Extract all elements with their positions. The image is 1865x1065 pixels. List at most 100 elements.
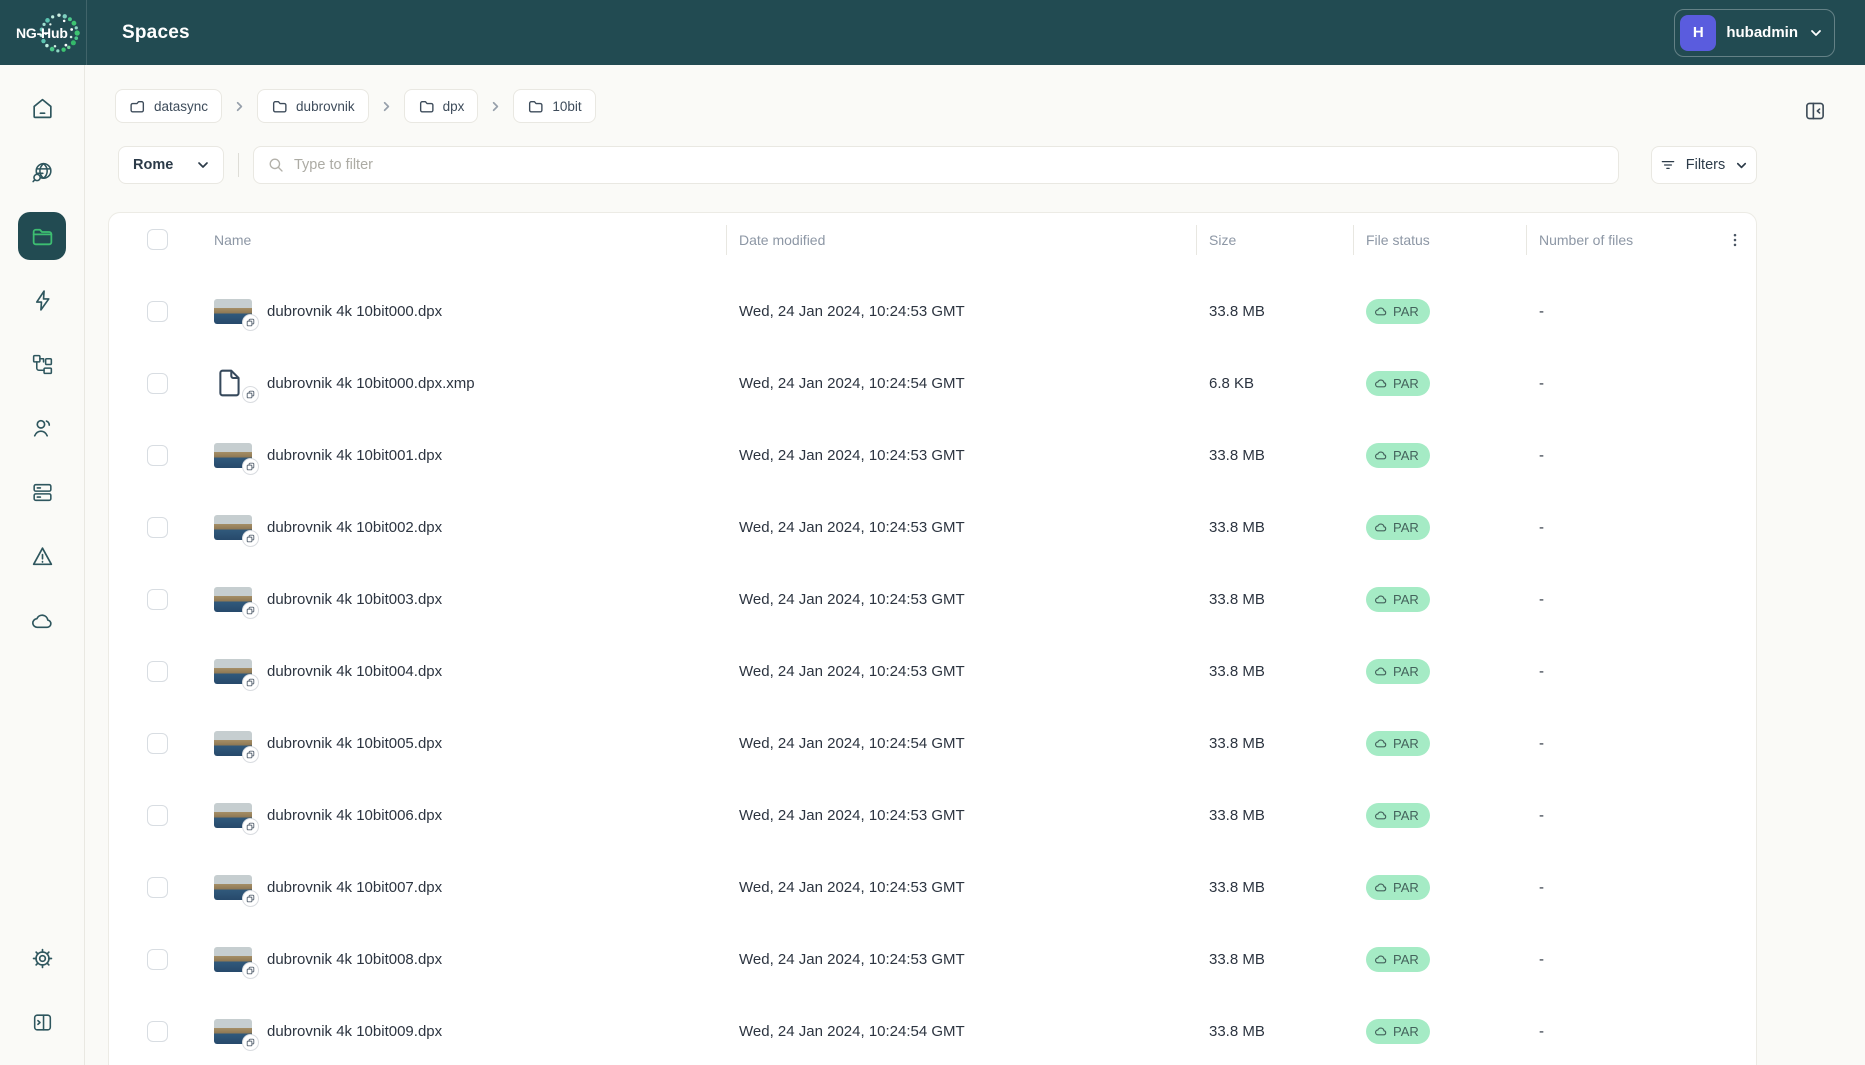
collapse-panel-button[interactable] xyxy=(1800,96,1830,126)
badge-cloud-icon xyxy=(1375,667,1387,676)
badge-cloud-icon xyxy=(1375,883,1387,892)
column-header-file-status: File status xyxy=(1353,232,1526,248)
table-row[interactable]: dubrovnik 4k 10bit004.dpx Wed, 24 Jan 20… xyxy=(109,635,1756,707)
table-row[interactable]: dubrovnik 4k 10bit009.dpx Wed, 24 Jan 20… xyxy=(109,995,1756,1065)
breadcrumb-item[interactable]: dpx xyxy=(403,89,479,123)
location-select-value: Rome xyxy=(133,157,174,173)
breadcrumb-item[interactable]: datasync xyxy=(115,89,223,123)
status-badge: PAR xyxy=(1366,370,1430,396)
status-badge: PAR xyxy=(1366,874,1430,900)
discover-globe-icon xyxy=(31,162,52,182)
number-of-files: - xyxy=(1539,1022,1544,1040)
table-row[interactable]: dubrovnik 4k 10bit000.dpx.xmp Wed, 24 Ja… xyxy=(109,347,1756,419)
document-icon xyxy=(219,369,240,397)
status-badge: PAR xyxy=(1366,586,1430,612)
row-checkbox[interactable] xyxy=(147,444,168,466)
row-checkbox[interactable] xyxy=(147,660,168,682)
sidebar-item-users[interactable] xyxy=(18,404,66,452)
row-checkbox[interactable] xyxy=(147,300,168,322)
search-box xyxy=(253,146,1619,184)
sidebar-item-spaces[interactable] xyxy=(18,212,66,260)
user-name: hubadmin xyxy=(1726,24,1798,41)
copies-badge-icon xyxy=(242,314,259,331)
sidebar-item-expand-panel[interactable] xyxy=(18,998,66,1046)
search-input[interactable] xyxy=(294,157,1605,173)
date-modified: Wed, 24 Jan 2024, 10:24:53 GMT xyxy=(739,590,965,608)
status-badge: PAR xyxy=(1366,658,1430,684)
file-size: 33.8 MB xyxy=(1209,302,1265,320)
table-row[interactable]: dubrovnik 4k 10bit001.dpx Wed, 24 Jan 20… xyxy=(109,419,1756,491)
folder-icon xyxy=(273,100,287,113)
cloud-icon xyxy=(31,613,52,628)
toolbar-divider xyxy=(238,153,239,177)
sidebar-item-activity[interactable] xyxy=(18,276,66,324)
filters-button[interactable]: Filters xyxy=(1651,146,1757,184)
file-size: 33.8 MB xyxy=(1209,734,1265,752)
number-of-files: - xyxy=(1539,878,1544,896)
copies-badge-icon xyxy=(242,386,259,403)
sidebar-item-cloud[interactable] xyxy=(18,596,66,644)
badge-cloud-icon xyxy=(1375,955,1387,964)
table-options-kebab-icon[interactable] xyxy=(1722,227,1748,253)
table-row[interactable]: dubrovnik 4k 10bit002.dpx Wed, 24 Jan 20… xyxy=(109,491,1756,563)
row-checkbox[interactable] xyxy=(147,948,168,970)
users-icon xyxy=(33,419,50,437)
folder-icon xyxy=(529,100,543,113)
table-header: Name Date modified Size File status Numb… xyxy=(109,213,1756,266)
row-checkbox[interactable] xyxy=(147,372,168,394)
column-header-name: Name xyxy=(214,231,252,248)
copies-badge-icon xyxy=(242,818,259,835)
collapse-panel-icon xyxy=(1806,102,1824,120)
row-checkbox[interactable] xyxy=(147,876,168,898)
sidebar-item-alerts[interactable] xyxy=(18,532,66,580)
file-visual xyxy=(214,872,259,907)
file-name: dubrovnik 4k 10bit000.dpx.xmp xyxy=(267,374,475,392)
file-name: dubrovnik 4k 10bit008.dpx xyxy=(267,950,443,968)
table-row[interactable]: dubrovnik 4k 10bit007.dpx Wed, 24 Jan 20… xyxy=(109,851,1756,923)
status-label: PAR xyxy=(1393,591,1419,607)
breadcrumb: datasync dubrovnik dpx 10bit xyxy=(115,89,1757,123)
table-row[interactable]: dubrovnik 4k 10bit003.dpx Wed, 24 Jan 20… xyxy=(109,563,1756,635)
file-size: 33.8 MB xyxy=(1209,446,1265,464)
copies-badge-icon xyxy=(242,530,259,547)
file-size: 33.8 MB xyxy=(1209,878,1265,896)
sidebar-item-home[interactable] xyxy=(18,84,66,132)
sidebar-item-storage[interactable] xyxy=(18,468,66,516)
alerts-icon xyxy=(32,546,52,565)
status-badge: PAR xyxy=(1366,730,1430,756)
sidebar-item-settings[interactable] xyxy=(18,934,66,982)
sidebar xyxy=(0,65,85,1065)
number-of-files: - xyxy=(1539,374,1544,392)
file-size: 33.8 MB xyxy=(1209,806,1265,824)
table-row[interactable]: dubrovnik 4k 10bit000.dpx Wed, 24 Jan 20… xyxy=(109,275,1756,347)
copies-badge-icon xyxy=(242,674,259,691)
sidebar-item-workflows[interactable] xyxy=(18,340,66,388)
breadcrumb-item[interactable]: dubrovnik xyxy=(257,89,369,123)
table-row[interactable]: dubrovnik 4k 10bit006.dpx Wed, 24 Jan 20… xyxy=(109,779,1756,851)
date-modified: Wed, 24 Jan 2024, 10:24:53 GMT xyxy=(739,662,965,680)
column-header-number-of-files: Number of files xyxy=(1526,232,1714,248)
table-row[interactable]: dubrovnik 4k 10bit005.dpx Wed, 24 Jan 20… xyxy=(109,707,1756,779)
spaces-folder-icon xyxy=(32,228,52,245)
user-menu[interactable]: H hubadmin xyxy=(1674,8,1835,57)
search-icon xyxy=(269,158,283,172)
table-row[interactable]: dubrovnik 4k 10bit008.dpx Wed, 24 Jan 20… xyxy=(109,923,1756,995)
space-icon xyxy=(130,100,145,113)
file-name: dubrovnik 4k 10bit005.dpx xyxy=(267,734,443,752)
row-checkbox[interactable] xyxy=(147,588,168,610)
chevron-down-icon xyxy=(1811,29,1821,36)
status-badge: PAR xyxy=(1366,1018,1430,1044)
row-checkbox[interactable] xyxy=(147,732,168,754)
row-checkbox[interactable] xyxy=(147,804,168,826)
filter-lines-icon xyxy=(1661,160,1675,170)
status-label: PAR xyxy=(1393,807,1419,823)
select-all-checkbox[interactable] xyxy=(147,229,168,250)
avatar: H xyxy=(1680,14,1717,51)
row-checkbox[interactable] xyxy=(147,516,168,538)
breadcrumb-item[interactable]: 10bit xyxy=(513,89,596,123)
location-select[interactable]: Rome xyxy=(118,146,224,184)
sidebar-item-discover[interactable] xyxy=(18,148,66,196)
date-modified: Wed, 24 Jan 2024, 10:24:54 GMT xyxy=(739,374,965,392)
nghub-logo[interactable]: NG-Hub xyxy=(10,5,86,61)
row-checkbox[interactable] xyxy=(147,1020,168,1042)
